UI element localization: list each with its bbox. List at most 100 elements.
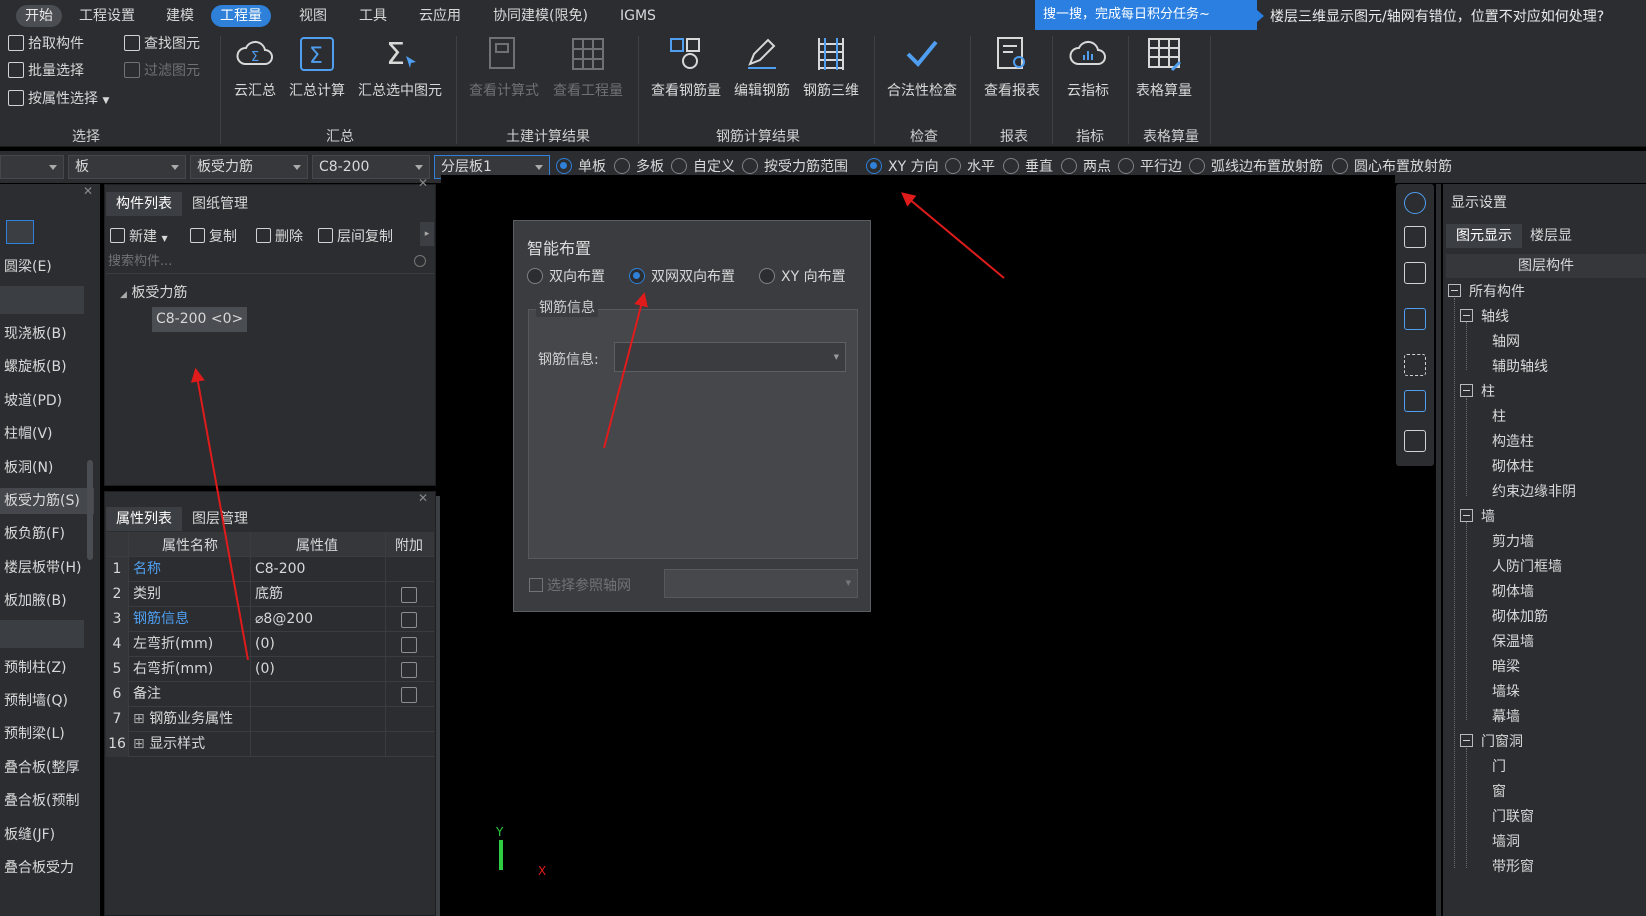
floor-copy-button[interactable]: 层间复制 [318,226,393,246]
menu-project-settings[interactable]: 工程设置 [70,5,144,27]
nav-item[interactable]: 预制柱(Z) [4,655,96,681]
cloud-index-button[interactable]: 云指标 [1050,30,1126,100]
new-button[interactable]: 新建 ▼ [110,226,168,246]
expand-plus-icon[interactable]: ⊞ [133,736,149,752]
attach-checkbox[interactable] [401,687,417,703]
cube-icon[interactable] [1404,262,1426,284]
layer-tree-item[interactable]: 保温墙 [1492,630,1534,654]
view-quantity-button[interactable]: 查看工程量 [550,30,626,100]
nav-item[interactable]: 螺旋板(B) [4,354,96,380]
layer-tree-item[interactable]: 门 [1492,755,1506,779]
layer-tree-item[interactable]: 剪力墙 [1492,530,1534,554]
menu-view[interactable]: 视图 [290,5,336,27]
tab-component-list[interactable]: 构件列表 [106,192,182,216]
component-search-input[interactable]: 搜索构件... [106,250,434,274]
menu-cloud-apps[interactable]: 云应用 [410,5,470,27]
layer-tree-item[interactable]: 轴网 [1492,330,1520,354]
layer-tree-item[interactable]: 辅助轴线 [1492,355,1548,379]
nav-item[interactable]: 板负筋(F) [4,521,96,547]
layer-tree-item[interactable]: 窗 [1492,780,1506,804]
panel-splitter[interactable] [1436,184,1441,916]
type-combo[interactable]: 板受力筋 [190,155,308,179]
menu-igms[interactable]: IGMS [611,5,665,27]
layer-tree-item[interactable]: 砌体墙 [1492,580,1534,604]
layer-tree-item[interactable]: 暗梁 [1492,655,1520,679]
layer-tree-item[interactable]: 柱 [1492,405,1506,429]
menu-tools[interactable]: 工具 [350,5,396,27]
orbit-icon[interactable] [1404,192,1426,214]
layer-tree-item[interactable]: 砌体柱 [1492,455,1534,479]
summary-calc-button[interactable]: Σ 汇总计算 [279,30,355,100]
collapse-icon[interactable] [1448,284,1461,297]
layer-tree-item[interactable]: 带形窗 [1492,855,1534,879]
close-icon[interactable]: ✕ [418,491,428,505]
collapse-icon[interactable] [1460,734,1473,747]
collapse-icon[interactable] [1460,509,1473,522]
batch-select-button[interactable]: 批量选择 [8,60,84,82]
box-select-icon[interactable] [1404,390,1426,412]
category-combo[interactable]: 板 [68,155,186,179]
attach-checkbox[interactable] [401,662,417,678]
collapse-icon[interactable] [1460,309,1473,322]
tab-drawing-manage[interactable]: 图纸管理 [182,192,258,216]
view-3d-icon[interactable] [1404,226,1426,248]
radio-bidirectional[interactable]: 双向布置 [527,268,605,288]
nav-item[interactable]: 板缝(JF) [4,822,96,848]
nav-item[interactable]: 板加腋(B) [4,588,96,614]
cube-shaded-icon[interactable] [1404,308,1426,330]
radio-double-net[interactable]: 双网双向布置 [629,268,735,288]
property-value[interactable]: C8-200 [255,557,305,582]
attach-checkbox[interactable] [401,637,417,653]
ref-axis-checkbox[interactable]: 选择参照轴网 [529,575,631,595]
layer-tree-item[interactable]: 门联窗 [1492,805,1534,829]
component-combo[interactable]: C8-200 [312,155,430,179]
menu-quantity[interactable]: 工程量 [211,5,271,27]
view-rebar-amount-button[interactable]: 查看钢筋量 [648,30,724,100]
more-icon[interactable]: ▸ [420,222,434,246]
property-value[interactable]: ⌀8@200 [255,607,313,632]
ref-axis-combo[interactable]: ▼ [664,569,858,598]
nav-item[interactable]: 圆梁(E) [4,254,96,280]
nav-item[interactable]: 预制墙(Q) [4,688,96,714]
layer-tree-item[interactable]: 砌体加筋 [1492,605,1548,629]
nav-item[interactable]: 现浇板(B) [4,321,96,347]
close-icon[interactable]: ✕ [418,176,428,190]
nav-item[interactable]: 板洞(N) [4,455,96,481]
table-calc-button[interactable]: 表格算量 [1126,30,1202,100]
menu-collab-modeling[interactable]: 协同建模(限免) [484,5,597,27]
rebar-info-combo[interactable]: ▼ [614,342,846,372]
nav-scrollbar[interactable] [87,460,93,560]
display-list-icon[interactable] [1404,430,1426,452]
layer-tree-item[interactable]: 构造柱 [1492,430,1534,454]
tab-property-list[interactable]: 属性列表 [106,507,182,531]
property-value[interactable]: (0) [255,632,275,657]
collapse-icon[interactable] [1460,384,1473,397]
view-report-button[interactable]: 查看报表 [974,30,1050,100]
layer-tree-item[interactable]: 墙垛 [1492,680,1520,704]
pick-component-button[interactable]: 拾取构件 [8,33,84,55]
list-view-icon[interactable] [6,220,34,244]
expand-plus-icon[interactable]: ⊞ [133,711,149,727]
property-value[interactable]: (0) [255,657,275,682]
panel-splitter[interactable] [436,496,440,916]
edit-rebar-button[interactable]: 编辑钢筋 [724,30,800,100]
tree-root[interactable]: ◢ 板受力筋 [120,282,187,302]
fullscreen-icon[interactable] [1404,354,1426,376]
layer-tree-item[interactable]: 墙洞 [1492,830,1520,854]
select-by-attribute-button[interactable]: 按属性选择 ▼ [8,88,109,110]
nav-item[interactable]: 叠合板(预制 [4,788,96,814]
menu-modeling[interactable]: 建模 [157,5,203,27]
nav-item[interactable]: 叠合板(整厚 [4,755,96,781]
attach-checkbox[interactable] [401,612,417,628]
nav-item[interactable]: 楼层板带(H) [4,555,96,581]
find-element-button[interactable]: 查找图元 [124,33,200,55]
delete-button[interactable]: 删除 [256,226,303,246]
nav-item[interactable]: 叠合板受力 [4,855,96,881]
property-value[interactable]: 底筋 [255,582,283,607]
layer-tree-item[interactable]: 人防门框墙 [1492,555,1562,579]
copy-button[interactable]: 复制 [190,226,237,246]
layer-tree-item[interactable]: 约束边缘非阴 [1492,480,1576,504]
rebar-3d-button[interactable]: 钢筋三维 [793,30,869,100]
nav-item-selected[interactable]: 板受力筋(S) [0,488,94,514]
nav-item[interactable]: 坡道(PD) [4,388,96,414]
